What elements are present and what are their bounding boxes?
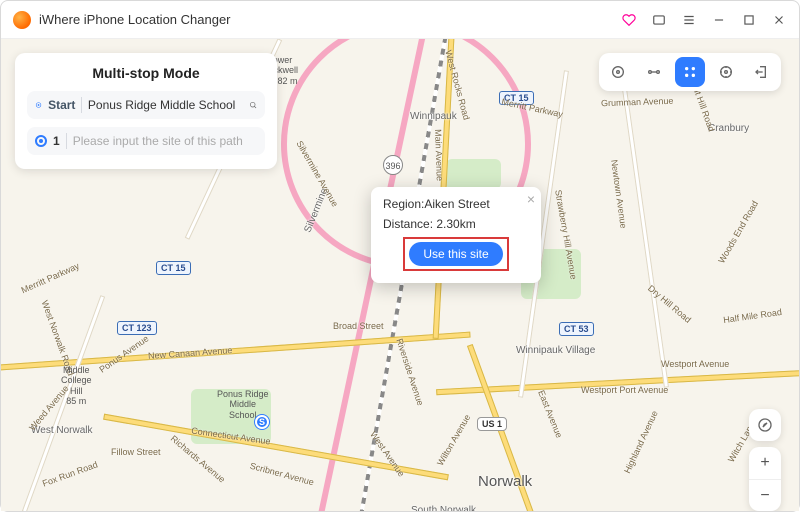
app-title: iWhere iPhone Location Changer <box>39 12 231 27</box>
street-westport-port: Westport Port Avenue <box>581 385 668 395</box>
street-main-ave: Main Avenue <box>433 129 445 181</box>
mode-teleport-button[interactable] <box>603 57 633 87</box>
city-label: Norwalk <box>478 473 532 490</box>
stop-input-row: 1 <box>27 127 265 155</box>
zoom-controls: + − <box>749 447 781 511</box>
start-marker-icon[interactable]: S <box>255 415 269 429</box>
compass-icon <box>757 417 773 433</box>
popup-close-icon[interactable]: × <box>527 191 535 207</box>
mode-joystick-button[interactable] <box>711 57 741 87</box>
start-location-input[interactable] <box>88 98 243 112</box>
zoom-in-button[interactable]: + <box>749 447 781 479</box>
popup-distance: Distance: 2.30km <box>383 217 529 231</box>
separator <box>66 133 67 149</box>
mode-toolbar <box>599 53 781 91</box>
multistop-panel: Multi-stop Mode Start 1 <box>15 53 277 169</box>
target-icon <box>35 98 42 112</box>
menu-icon[interactable] <box>681 12 697 28</box>
app-logo-icon <box>13 11 31 29</box>
maximize-icon[interactable] <box>741 12 757 28</box>
street-broad: Broad Street <box>333 321 384 331</box>
titlebar: iWhere iPhone Location Changer <box>1 1 799 39</box>
compass-button[interactable] <box>749 409 781 441</box>
minimize-icon[interactable] <box>711 12 727 28</box>
route-shield-ct123: CT 123 <box>117 321 157 335</box>
close-icon[interactable] <box>771 12 787 28</box>
search-icon[interactable] <box>249 97 257 113</box>
favorite-icon[interactable] <box>621 12 637 28</box>
panel-title: Multi-stop Mode <box>27 65 265 81</box>
map-canvas[interactable]: CT 15 CT 15 CT 123 CT 53 US 1 396 Winnip… <box>1 39 799 511</box>
exit-number: 396 <box>383 155 403 175</box>
place-winnipauk-village: Winnipauk Village <box>516 345 595 356</box>
mode-one-stop-button[interactable] <box>639 57 669 87</box>
popup-region: Region:Aiken Street <box>383 197 529 211</box>
start-input-row: Start <box>27 91 265 119</box>
place-south-norwalk: South Norwalk <box>411 505 476 511</box>
use-this-site-button[interactable]: Use this site <box>409 242 502 266</box>
route-shield-ct15: CT 15 <box>156 261 191 275</box>
route-shield-ct53: CT 53 <box>559 322 594 336</box>
place-winnipauk: Winnipauk <box>410 111 457 122</box>
location-popup: × Region:Aiken Street Distance: 2.30km U… <box>371 187 541 283</box>
use-site-highlight: Use this site <box>403 237 508 271</box>
street-fillow: Fillow Street <box>111 447 161 457</box>
stop-radio-icon <box>35 135 47 147</box>
app-window: iWhere iPhone Location Changer <box>0 0 800 512</box>
mode-multi-stop-button[interactable] <box>675 57 705 87</box>
separator <box>81 97 82 113</box>
route-shield-us1: US 1 <box>477 417 507 431</box>
start-label: Start <box>48 98 75 112</box>
place-west-norwalk: West Norwalk <box>31 425 93 436</box>
poi-middle-college: Middle College Hill 85 m <box>61 365 92 406</box>
feedback-icon[interactable] <box>651 12 667 28</box>
stop-number: 1 <box>53 134 60 148</box>
exit-mode-button[interactable] <box>747 57 777 87</box>
titlebar-controls <box>621 12 787 28</box>
stop-location-input[interactable] <box>73 134 257 148</box>
zoom-out-button[interactable]: − <box>749 479 781 511</box>
street-westport: Westport Avenue <box>661 359 729 369</box>
